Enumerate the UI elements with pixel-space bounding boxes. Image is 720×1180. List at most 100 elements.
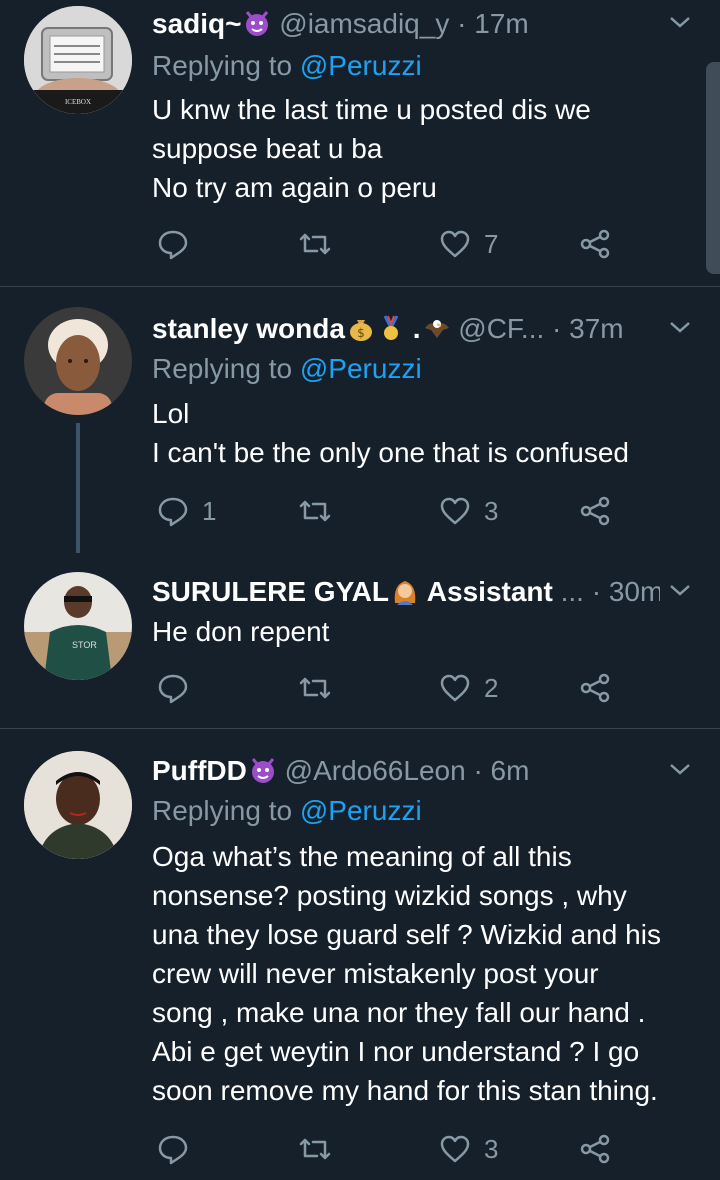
like-count: 2 (484, 672, 499, 703)
avatar-sadiq[interactable]: ICEBOX (24, 6, 132, 114)
timestamp[interactable]: · 37m (552, 313, 624, 344)
tweet-line: He don repent (152, 616, 330, 647)
retweet-icon (299, 233, 331, 255)
replying-prefix: Replying to (152, 795, 300, 826)
like-button[interactable]: 3 (438, 491, 498, 531)
share-button[interactable] (578, 491, 612, 531)
tweet-actions: 7 (152, 224, 632, 264)
tweet-line: nonsense? posting wizkid songs , why (152, 880, 627, 911)
tweet-actions: 1 3 (152, 491, 632, 531)
heart-icon (440, 1135, 470, 1163)
medal-emoji-icon (377, 313, 405, 341)
tweet-line: suppose beat u ba (152, 133, 383, 164)
handle[interactable]: ... (561, 576, 584, 607)
tweet-4[interactable]: PuffDD @Ardo66Leon · 6m Replying to @Per… (0, 729, 720, 1180)
reply-icon (158, 230, 188, 260)
retweet-button[interactable] (298, 491, 344, 531)
tweet-text: U knw the last time u posted dis we supp… (152, 90, 696, 207)
display-name[interactable]: sadiq~ (152, 8, 241, 39)
replying-to-link[interactable]: @Peruzzi (300, 795, 422, 826)
reply-count: 1 (202, 495, 217, 526)
heart-icon (440, 497, 470, 525)
reply-button[interactable] (156, 224, 202, 264)
replying-prefix: Replying to (152, 50, 300, 81)
svg-text:$: $ (357, 326, 365, 340)
avatar-surulere[interactable]: STOR (24, 572, 132, 680)
reply-icon (158, 674, 188, 704)
handle[interactable]: @Ardo66Leon (285, 755, 466, 786)
tweet-3[interactable]: STOR SURULERE GYAL Assistant ... · 30m H… (0, 552, 720, 728)
handle[interactable]: @CF... (458, 313, 544, 344)
retweet-icon (299, 677, 331, 699)
chevron-down-icon[interactable] (666, 8, 694, 36)
tweet-line: Lol (152, 398, 190, 429)
replying-prefix: Replying to (152, 353, 300, 384)
share-button[interactable] (578, 1129, 612, 1169)
like-button[interactable]: 7 (438, 224, 498, 264)
svg-text:ICEBOX: ICEBOX (65, 98, 91, 106)
share-icon (580, 229, 610, 259)
eagle-emoji-icon (423, 313, 451, 341)
heart-icon (440, 230, 470, 258)
like-count: 7 (484, 228, 499, 259)
money-bag-emoji-icon: $ (347, 313, 375, 341)
name-dot: . (412, 313, 421, 344)
thread-connector (76, 423, 80, 553)
display-name[interactable]: PuffDD (152, 755, 247, 786)
retweet-button[interactable] (298, 668, 344, 708)
tweet-line: song , make una nor they fall our hand . (152, 997, 646, 1028)
reply-icon (158, 1135, 188, 1165)
tweet-header: stanley wonda $ . @CF... · 37m (152, 309, 660, 349)
retweet-icon (299, 1138, 331, 1160)
replying-to-link[interactable]: @Peruzzi (300, 353, 422, 384)
woman-emoji-icon (391, 576, 419, 605)
share-icon (580, 496, 610, 526)
share-button[interactable] (578, 668, 612, 708)
tweet-text: Oga what’s the meaning of all this nonse… (152, 837, 696, 1110)
like-button[interactable]: 2 (438, 668, 498, 708)
display-name[interactable]: stanley wonda (152, 313, 345, 344)
tweet-line: Abi e get weytin I nor understand ? I go (152, 1036, 640, 1067)
avatar-puffdd[interactable] (24, 751, 132, 859)
devil-face-emoji-icon (249, 755, 277, 783)
tweet-line: No try am again o peru (152, 172, 437, 203)
devil-face-emoji-icon (243, 8, 271, 36)
reply-button[interactable]: 1 (156, 491, 216, 531)
replying-to: Replying to @Peruzzi (152, 46, 422, 86)
svg-text:STOR: STOR (72, 640, 97, 650)
tweet-1[interactable]: ICEBOX sadiq~ @iamsadiq_y · 17m Replying… (0, 0, 720, 286)
chevron-down-icon[interactable] (666, 576, 694, 604)
avatar-stanley[interactable] (24, 307, 132, 415)
tweet-actions: 2 (152, 668, 632, 708)
reply-button[interactable] (156, 668, 202, 708)
timestamp[interactable]: · 6m (473, 755, 529, 786)
timestamp[interactable]: · 30m (592, 576, 660, 607)
tweet-line: U knw the last time u posted dis we (152, 94, 591, 125)
tweet-text: Lol I can't be the only one that is conf… (152, 394, 696, 472)
tweet-header: PuffDD @Ardo66Leon · 6m (152, 751, 660, 791)
timestamp[interactable]: · 17m (457, 8, 529, 39)
tweet-line: una they lose guard self ? Wizkid and hi… (152, 919, 661, 950)
like-button[interactable]: 3 (438, 1129, 498, 1169)
replying-to-link[interactable]: @Peruzzi (300, 50, 422, 81)
tweet-line: crew will never mistakenly post your (152, 958, 599, 989)
tweet-line: soon remove my hand for this stan thing. (152, 1075, 658, 1106)
share-button[interactable] (578, 224, 612, 264)
handle[interactable]: @iamsadiq_y (279, 8, 449, 39)
tweet-actions: 3 (152, 1129, 632, 1169)
like-count: 3 (484, 1133, 499, 1164)
chevron-down-icon[interactable] (666, 313, 694, 341)
chevron-down-icon[interactable] (666, 755, 694, 783)
scrollbar[interactable] (706, 62, 720, 274)
display-name[interactable]: SURULERE GYAL (152, 576, 389, 607)
heart-icon (440, 674, 470, 702)
retweet-icon (299, 500, 331, 522)
replying-to: Replying to @Peruzzi (152, 791, 422, 831)
reply-button[interactable] (156, 1129, 202, 1169)
retweet-button[interactable] (298, 224, 344, 264)
share-icon (580, 1134, 610, 1164)
tweet-line: I can't be the only one that is confused (152, 437, 629, 468)
replying-to: Replying to @Peruzzi (152, 349, 422, 389)
tweet-2[interactable]: stanley wonda $ . @CF... · 37m Replying t… (0, 287, 720, 553)
retweet-button[interactable] (298, 1129, 344, 1169)
